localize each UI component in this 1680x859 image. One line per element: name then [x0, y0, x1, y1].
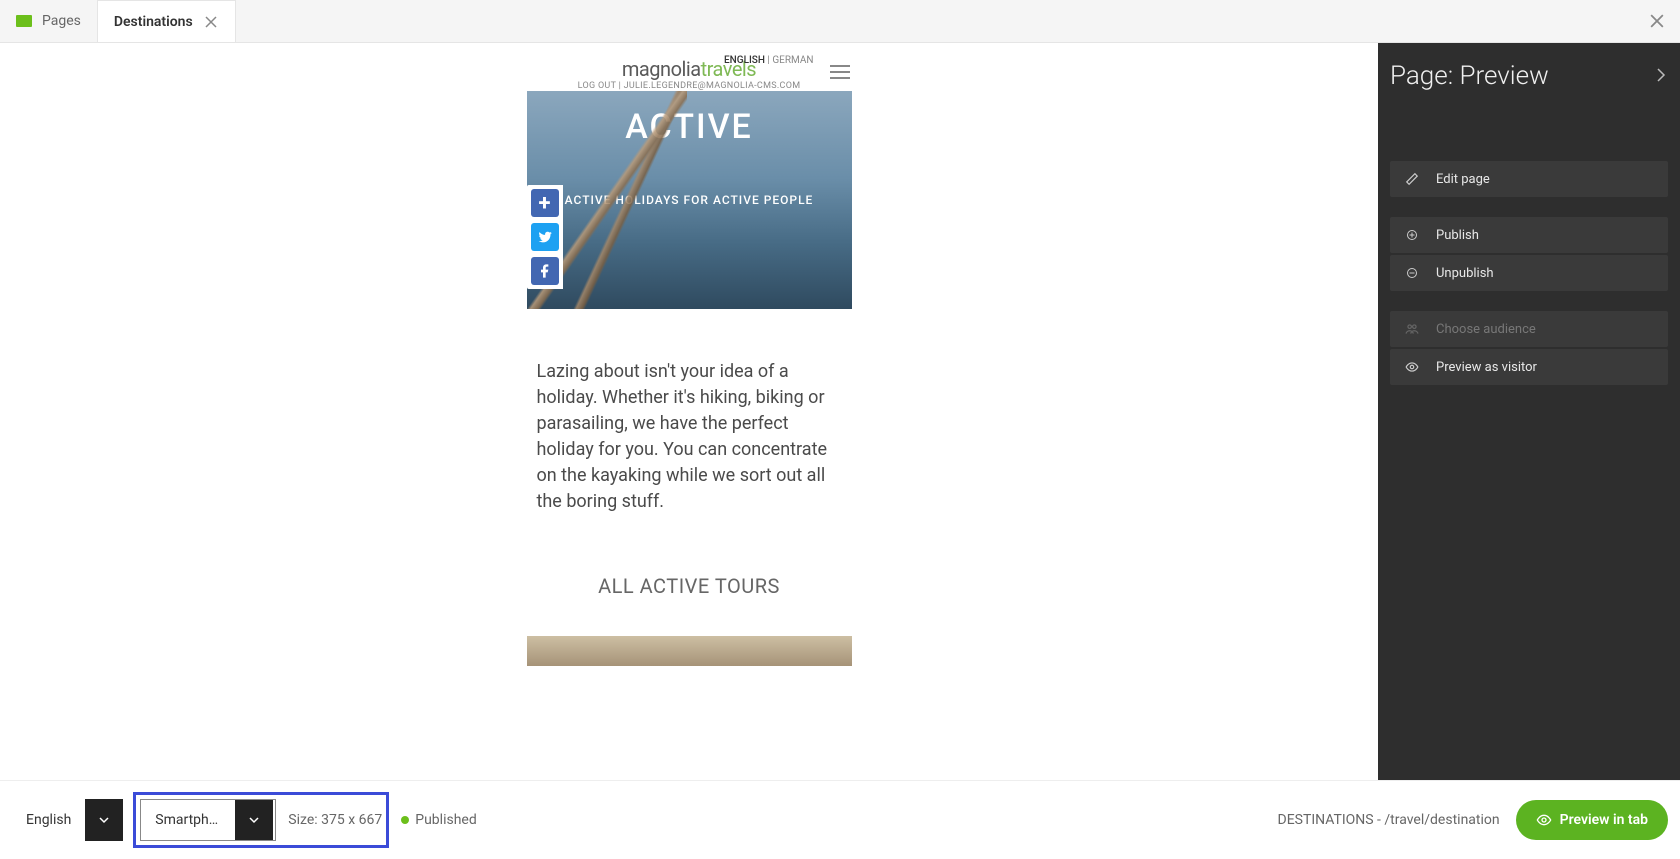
panel-title: Page: Preview	[1390, 61, 1668, 91]
site-header: ENGLISH | GERMAN magnoliatravels LOG OUT…	[527, 53, 852, 91]
breadcrumb: DESTINATIONS - /travel/destination	[1278, 812, 1500, 828]
close-icon[interactable]	[1650, 14, 1664, 28]
tab-pages-label: Pages	[42, 13, 81, 29]
publish-status: Published	[415, 812, 476, 828]
choose-audience-button: Choose audience	[1390, 311, 1668, 347]
tab-pages[interactable]: Pages	[0, 0, 97, 42]
eye-icon	[1404, 360, 1420, 374]
preview-as-visitor-button[interactable]: Preview as visitor	[1390, 349, 1668, 385]
preview-viewport: ENGLISH | GERMAN magnoliatravels LOG OUT…	[0, 43, 1378, 780]
viewport-size-label: Size: 375 x 667	[288, 812, 382, 828]
chevron-right-icon[interactable]	[1656, 68, 1666, 82]
facebook-icon[interactable]	[531, 257, 559, 285]
hamburger-icon[interactable]	[830, 65, 850, 79]
publish-button[interactable]: Publish	[1390, 217, 1668, 253]
pencil-icon	[1404, 172, 1420, 186]
language-selected: English	[12, 812, 85, 828]
device-selector-highlight: Smartphone (portrait) Size: 375 x 667	[133, 792, 389, 848]
workspace: ENGLISH | GERMAN magnoliatravels LOG OUT…	[0, 43, 1680, 780]
lang-german[interactable]: GERMAN	[772, 55, 813, 66]
tour-image	[527, 636, 852, 666]
chevron-down-icon	[85, 799, 123, 841]
logout-link[interactable]: LOG OUT | JULIE.LEGENDRE@MAGNOLIA-CMS.CO…	[578, 81, 801, 91]
tab-active-label: Destinations	[114, 14, 193, 30]
edit-page-button[interactable]: Edit page	[1390, 161, 1668, 197]
device-frame: ENGLISH | GERMAN magnoliatravels LOG OUT…	[527, 53, 852, 666]
preview-in-tab-button[interactable]: Preview in tab	[1516, 800, 1668, 840]
language-dropdown[interactable]: English	[12, 799, 123, 841]
chevron-down-icon	[235, 800, 273, 840]
status-bar: English Smartphone (portrait) Size: 375 …	[0, 780, 1680, 859]
pages-app-icon	[16, 15, 32, 27]
share-plus-icon[interactable]: +	[531, 189, 559, 217]
social-share: +	[527, 185, 563, 289]
lang-english[interactable]: ENGLISH	[724, 55, 765, 66]
status-indicator-icon	[401, 816, 409, 824]
unpublish-button[interactable]: Unpublish	[1390, 255, 1668, 291]
language-switcher[interactable]: ENGLISH | GERMAN	[724, 55, 813, 66]
people-icon	[1404, 322, 1420, 336]
close-icon[interactable]	[203, 14, 219, 30]
app-tab-bar: Pages Destinations	[0, 0, 1680, 43]
eye-icon	[1536, 812, 1552, 828]
device-dropdown[interactable]: Smartphone (portrait)	[140, 799, 276, 841]
publish-icon	[1404, 229, 1420, 241]
twitter-icon[interactable]	[531, 223, 559, 251]
hero-banner: ACTIVE ACTIVE HOLIDAYS FOR ACTIVE PEOPLE…	[527, 91, 852, 309]
page-preview-panel: Page: Preview Edit page Publish	[1378, 43, 1680, 780]
intro-paragraph: Lazing about isn't your idea of a holida…	[527, 309, 852, 556]
device-selected: Smartphone (portrait)	[141, 812, 235, 828]
section-heading: ALL ACTIVE TOURS	[527, 574, 852, 598]
unpublish-icon	[1404, 267, 1420, 279]
tab-destinations[interactable]: Destinations	[97, 0, 236, 42]
